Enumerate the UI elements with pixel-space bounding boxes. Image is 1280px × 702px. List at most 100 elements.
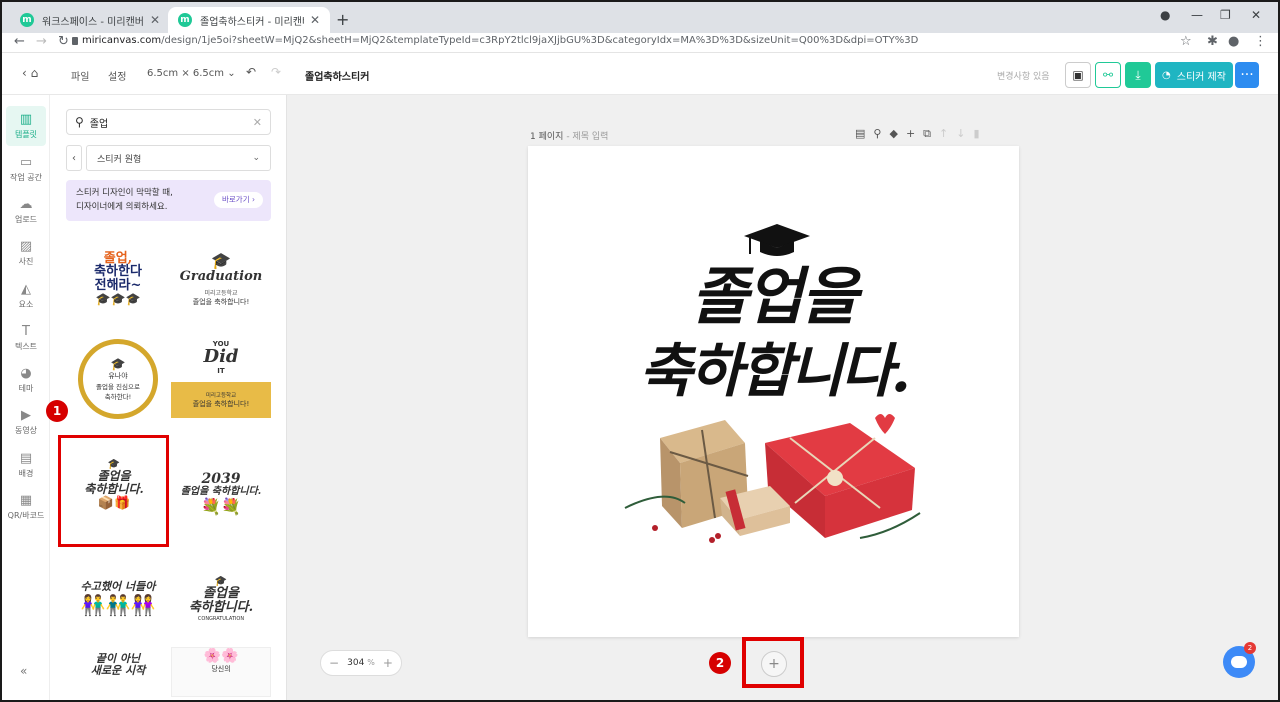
zoom-in-icon[interactable]: + <box>383 656 393 670</box>
more-icon: ··· <box>1240 67 1254 83</box>
magic-wand-icon[interactable]: ⚲ <box>873 127 881 141</box>
rail-item-template[interactable]: ▥ 템플릿 <box>6 106 46 146</box>
step-badge: 2 <box>709 652 731 674</box>
reload-icon[interactable]: ↻ <box>58 34 69 49</box>
make-sticker-button[interactable]: ◔ 스티커 제작 <box>1155 62 1233 88</box>
collapse-panel-icon[interactable]: « <box>20 664 27 678</box>
close-icon[interactable]: ✕ <box>310 13 320 27</box>
rail-item-workspace[interactable]: ▭ 작업 공간 <box>6 149 46 189</box>
chat-count-badge: 2 <box>1244 642 1256 654</box>
miricanvas-favicon-icon: m <box>20 13 34 27</box>
window-close-icon[interactable]: ✕ <box>1251 8 1261 22</box>
rail-item-upload[interactable]: ☁ 업로드 <box>6 191 46 231</box>
search-input[interactable]: ⚲ 졸업 ✕ <box>66 109 271 135</box>
template-thumb[interactable]: 🌸🌸 당신의 <box>171 647 271 697</box>
search-value: 졸업 <box>89 118 109 130</box>
thumb-text: 졸업을 진심으로 <box>96 383 140 391</box>
step-badge: 1 <box>46 400 68 422</box>
delete-page-icon[interactable]: ▮ <box>973 127 979 141</box>
left-rail: ▥ 템플릿 ▭ 작업 공간 ☁ 업로드 ▨ 사진 ◭ 요소 T 텍스트 ◕ 테마 ▶ 동영상 ▤… <box>2 95 50 700</box>
share-button[interactable]: ⚯ <box>1095 62 1121 88</box>
title-line-1[interactable]: 졸업을 <box>528 246 1019 336</box>
page-title-input[interactable]: - 제목 입력 <box>566 132 608 142</box>
background-icon: ▤ <box>19 450 33 466</box>
add-page-icon[interactable]: + <box>906 127 915 141</box>
download-button[interactable]: ⤓ <box>1125 62 1151 88</box>
duplicate-page-icon[interactable]: ⧉ <box>923 127 931 141</box>
rail-label: 요소 <box>18 299 34 309</box>
template-thumb[interactable]: 끝이 아닌 새로운 시작 <box>68 653 168 697</box>
design-page[interactable]: 졸업을 축하합니다. <box>528 146 1019 637</box>
plus-icon: + <box>768 656 780 672</box>
size-dropdown[interactable]: 6.5cm × 6.5cm ⌄ <box>147 68 236 79</box>
file-menu[interactable]: 파일 <box>71 68 89 83</box>
rail-item-background[interactable]: ▤ 배경 <box>6 445 46 485</box>
new-tab-icon[interactable]: + <box>336 10 349 29</box>
more-button[interactable]: ··· <box>1235 62 1259 88</box>
category-dropdown[interactable]: 스티커 원형 ⌄ <box>86 145 271 171</box>
thumb-text: 끝이 아닌 <box>95 653 141 665</box>
grad-cap-icon: 🎓 <box>110 357 126 371</box>
tab-workspace[interactable]: m 워크스페이스 - 미리캔버스 ✕ <box>10 7 170 33</box>
miricanvas-favicon-icon: m <box>178 13 192 27</box>
back-icon[interactable]: ← <box>14 34 25 49</box>
redo-icon[interactable]: ↷ <box>271 65 281 79</box>
move-down-icon[interactable]: ↓ <box>956 127 965 141</box>
zoom-control: − 304 % + <box>320 650 402 676</box>
profile-dropdown-icon[interactable]: ● <box>1160 8 1170 22</box>
paint-bucket-icon[interactable]: ◆ <box>889 127 897 141</box>
memo-icon[interactable]: ▤ <box>855 127 865 141</box>
template-thumb[interactable]: 🎓 졸업을 축하합니다. CONGRATULATION <box>171 555 271 643</box>
rail-item-text[interactable]: T 텍스트 <box>6 318 46 358</box>
template-thumb[interactable]: YOU Did IT 미리고등학교 졸업을 축하합니다! <box>171 340 271 432</box>
home-icon[interactable]: ‹ ⌂ <box>22 66 38 80</box>
rail-label: QR/바코드 <box>7 510 45 520</box>
clear-search-icon[interactable]: ✕ <box>253 116 262 129</box>
undo-icon[interactable]: ↶ <box>246 65 256 79</box>
add-page-button[interactable]: + <box>761 651 787 677</box>
close-icon[interactable]: ✕ <box>150 13 160 27</box>
rail-label: 동영상 <box>14 425 38 435</box>
rail-item-elements[interactable]: ◭ 요소 <box>6 276 46 316</box>
thumb-text: IT <box>217 366 225 375</box>
document-title[interactable]: 졸업축하스티커 <box>305 68 369 83</box>
category-back-button[interactable]: ‹ <box>66 145 82 171</box>
url-field[interactable]: miricanvas.com/design/1je5oi?sheetW=MjQ2… <box>82 35 918 46</box>
profile-avatar-icon[interactable]: ● <box>1228 34 1239 49</box>
promo-go-button[interactable]: 바로가기 › <box>214 192 263 208</box>
selected-template-highlight <box>58 435 169 547</box>
minimize-icon[interactable]: — <box>1191 8 1203 22</box>
rail-item-theme[interactable]: ◕ 테마 <box>6 360 46 400</box>
template-thumb[interactable]: 졸업, 축하한다 전해라~ 🎓🎓🎓 <box>68 235 168 323</box>
zoom-value[interactable]: 304 % <box>347 658 375 668</box>
gold-banner: 미리고등학교 졸업을 축하합니다! <box>171 381 271 418</box>
title-line-2[interactable]: 축하합니다. <box>528 324 1019 408</box>
extensions-icon[interactable]: ✱ <box>1207 34 1218 49</box>
rail-label: 사진 <box>18 256 34 266</box>
chevron-left-icon: ‹ <box>72 152 76 164</box>
zoom-out-icon[interactable]: − <box>329 656 339 670</box>
thumb-text: 미리고등학교 <box>205 392 237 399</box>
browser-menu-icon[interactable]: ⋮ <box>1254 34 1267 49</box>
move-up-icon[interactable]: ↑ <box>939 127 948 141</box>
rail-item-photo[interactable]: ▨ 사진 <box>6 233 46 273</box>
rail-item-video[interactable]: ▶ 동영상 <box>6 402 46 442</box>
template-thumb[interactable]: 2039 졸업을 축하합니다. 💐💐 <box>171 450 271 538</box>
template-thumb[interactable]: 수고했어 너들아 👫👬👭 <box>68 555 168 643</box>
save-button[interactable]: ▣ <box>1065 62 1091 88</box>
settings-menu[interactable]: 설정 <box>108 68 126 83</box>
rail-item-qr[interactable]: ▦ QR/바코드 <box>6 487 46 527</box>
thumb-text: 졸업을 축하합니다. <box>180 485 262 497</box>
bookmark-star-icon[interactable]: ☆ <box>1180 34 1192 49</box>
thumb-text: 수고했어 너들아 <box>80 580 156 594</box>
restore-icon[interactable]: ❐ <box>1220 8 1231 22</box>
address-bar: ← → ↻ miricanvas.com/design/1je5oi?sheet… <box>2 33 1278 53</box>
template-thumb[interactable]: 🎓 Graduation 미리고등학교 졸업을 축하합니다! <box>171 235 271 323</box>
forward-icon[interactable]: → <box>36 34 47 49</box>
zoom-unit: % <box>367 658 375 667</box>
thumb-text: 미리고등학교 <box>204 289 238 297</box>
template-thumb[interactable]: 🎓 유나야 졸업을 진심으로 축하한다! <box>68 335 168 423</box>
tab-graduation-sticker[interactable]: m 졸업축하스티커 - 미리캔버스 ✕ <box>168 7 330 33</box>
save-status: 변경사항 있음 <box>997 72 1050 82</box>
canvas-area: 1 페이지 - 제목 입력 ▤ ⚲ ◆ + ⧉ ↑ ↓ ▮ 졸업을 축하합니다. <box>287 95 1278 700</box>
